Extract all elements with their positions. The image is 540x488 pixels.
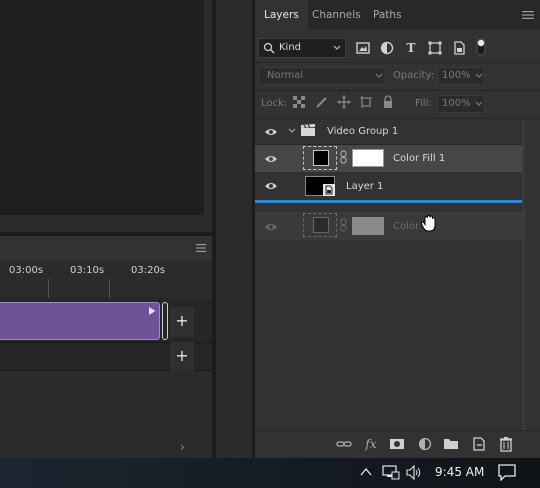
layer-name[interactable]: Color Fill 1	[393, 153, 445, 164]
chevron-down-icon	[475, 73, 483, 78]
blend-mode-select[interactable]: Normal	[258, 67, 386, 85]
canvas-horizontal-scrollbar[interactable]	[0, 215, 212, 232]
eye-icon	[265, 224, 277, 230]
layer-row-color-fill[interactable]	[255, 145, 522, 172]
eye-icon[interactable]	[264, 127, 278, 137]
clip-trim-handle[interactable]	[162, 302, 168, 340]
chain-link-icon	[340, 218, 347, 232]
timeline-tick-label: 03:20s	[131, 265, 166, 276]
lock-all-icon[interactable]	[381, 95, 395, 109]
layer-name[interactable]: Layer 1	[346, 181, 383, 192]
network-icon[interactable]	[382, 465, 400, 480]
document-canvas[interactable]	[0, 0, 204, 215]
layers-panel-tabs: Layers Channels Paths	[255, 0, 540, 30]
chevron-down-icon	[333, 45, 341, 50]
layers-scrollbar[interactable]	[522, 120, 525, 430]
video-group-icon	[301, 124, 315, 136]
timeline-tick-mark	[48, 279, 49, 298]
add-mask-icon[interactable]	[389, 436, 405, 452]
layer-name[interactable]: Video Group 1	[327, 126, 398, 137]
type-filter-icon[interactable]: T	[403, 40, 419, 56]
link-layers-icon[interactable]	[336, 436, 352, 452]
add-track-button[interactable]: +	[170, 342, 194, 372]
tab-channels[interactable]: Channels	[303, 0, 370, 30]
timeline-tick-mark	[109, 279, 110, 298]
lock-transparent-pixels-icon[interactable]	[292, 95, 306, 109]
fill-value: 100%	[442, 98, 471, 109]
timeline-header	[0, 236, 212, 260]
layer-row-layer1[interactable]	[255, 172, 522, 200]
adjustment-filter-icon[interactable]	[379, 40, 395, 56]
divider	[255, 90, 540, 91]
lock-position-icon[interactable]	[337, 95, 351, 109]
smart-object-filter-icon[interactable]	[451, 40, 467, 56]
chevron-up-icon[interactable]	[360, 467, 372, 477]
lock-artboard-icon[interactable]	[359, 95, 373, 109]
layer-filter-select[interactable]: Kind	[258, 38, 346, 58]
layer-mask-thumbnail[interactable]	[352, 149, 384, 167]
volume-icon[interactable]	[406, 465, 424, 480]
lock-image-pixels-icon[interactable]	[315, 95, 329, 109]
layer-mask-thumbnail	[352, 217, 384, 235]
taskbar-clock[interactable]: 9:45 AM	[435, 465, 484, 479]
fill-color-swatch	[313, 150, 329, 166]
opacity-label: Opacity:	[393, 70, 435, 81]
add-media-button[interactable]: +	[170, 307, 194, 337]
timeline-tick-label: 03:00s	[9, 265, 44, 276]
chevron-down-icon	[475, 101, 483, 106]
new-group-folder-icon[interactable]	[443, 436, 459, 452]
fx-layer-style-icon[interactable]: fx	[363, 436, 379, 452]
new-layer-icon[interactable]	[471, 436, 487, 452]
tab-layers[interactable]: Layers	[255, 0, 308, 30]
search-icon	[263, 42, 275, 54]
opacity-value: 100%	[442, 70, 471, 81]
fill-thumbnail[interactable]	[303, 146, 337, 170]
timeline-menu-icon[interactable]	[195, 242, 207, 254]
shape-filter-icon[interactable]	[427, 40, 443, 56]
tab-paths[interactable]: Paths	[364, 0, 411, 30]
video-clip[interactable]	[0, 302, 160, 340]
delete-layer-icon[interactable]	[498, 436, 514, 452]
layer-row-drag-ghost[interactable]	[255, 212, 522, 240]
timeline-tick-label: 03:10s	[70, 265, 105, 276]
chain-link-icon[interactable]	[340, 150, 347, 164]
fill-color-swatch	[313, 217, 329, 233]
eye-icon[interactable]	[264, 181, 278, 191]
pixel-filter-icon[interactable]	[355, 40, 371, 56]
eye-icon[interactable]	[264, 154, 278, 164]
lock-label: Lock:	[261, 98, 288, 109]
grab-hand-cursor-icon	[420, 214, 436, 232]
filter-kind-label: Kind	[279, 42, 302, 53]
fill-label: Fill:	[415, 98, 432, 109]
divider	[255, 62, 540, 63]
smart-object-badge-icon	[323, 184, 335, 196]
canvas-vertical-scrollbar[interactable]	[204, 0, 212, 232]
fill-thumbnail	[303, 213, 337, 237]
action-center-icon[interactable]	[498, 464, 516, 481]
drop-indicator-line	[255, 200, 522, 203]
chevron-down-icon	[375, 73, 383, 78]
chevron-right-icon[interactable]: ›	[180, 440, 185, 454]
filter-toggle-switch[interactable]	[476, 38, 486, 56]
fill-field[interactable]: 100%	[437, 95, 485, 113]
panel-menu-icon[interactable]	[522, 10, 534, 20]
new-adjustment-layer-icon[interactable]	[417, 436, 433, 452]
collapsed-panel-dock	[216, 0, 254, 458]
opacity-field[interactable]: 100%	[437, 67, 485, 85]
blend-mode-value: Normal	[267, 70, 304, 81]
chevron-down-icon[interactable]	[288, 127, 296, 135]
